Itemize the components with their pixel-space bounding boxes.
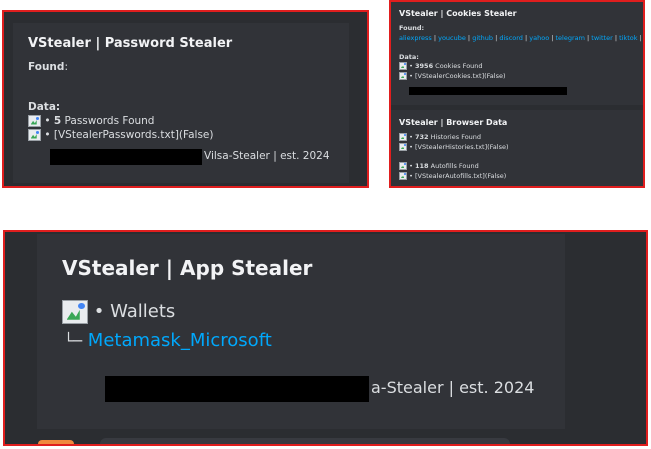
site-link[interactable]: tiktok bbox=[619, 34, 637, 42]
broken-image-icon bbox=[399, 172, 407, 180]
bullet: • bbox=[44, 129, 51, 141]
embed-title: VStealer | App Stealer bbox=[62, 256, 313, 280]
bullet: • bbox=[409, 72, 413, 80]
browser-data-embed: VStealer | Browser Data • 732 Histories … bbox=[391, 110, 643, 186]
site-link[interactable]: am bbox=[644, 34, 645, 42]
found-label: Found bbox=[28, 61, 65, 73]
site-link[interactable]: aliexpress bbox=[399, 34, 432, 42]
wallets-field: • Wallets bbox=[62, 300, 175, 324]
autofills-file-line: • [VStealerAutofills.txt](False) bbox=[399, 172, 506, 180]
wallets-label: • Wallets bbox=[93, 301, 176, 322]
password-stealer-screenshot: VStealer | Password Stealer Found: Data:… bbox=[2, 10, 369, 188]
redaction-bar bbox=[409, 87, 567, 95]
broken-image-icon bbox=[62, 300, 88, 324]
bullet: • bbox=[409, 162, 413, 170]
broken-image-icon bbox=[399, 162, 407, 170]
wallet-entry: └─ Metamask_Microsoft bbox=[64, 330, 272, 351]
bullet: • bbox=[409, 143, 413, 151]
cookie-count: 3956 bbox=[415, 62, 434, 70]
passwords-file-line: • [VStealerPasswords.txt](False) bbox=[28, 129, 214, 141]
avatar[interactable] bbox=[38, 440, 74, 444]
message-input[interactable] bbox=[100, 438, 510, 444]
site-link[interactable]: telegram bbox=[556, 34, 585, 42]
histories-file-text: [VStealerHistories.txt](False) bbox=[415, 143, 509, 151]
bullet: • bbox=[44, 115, 51, 127]
site-link[interactable]: youcube bbox=[438, 34, 466, 42]
cookies-browser-screenshot: VStealer | Cookies Stealer Found: aliexp… bbox=[389, 0, 645, 188]
found-field: Found: bbox=[28, 61, 68, 73]
embed-title: VStealer | Password Stealer bbox=[28, 36, 233, 51]
embed-footer: a-Stealer | est. 2024 bbox=[371, 378, 535, 397]
redaction-bar bbox=[50, 149, 202, 165]
history-count: 732 bbox=[415, 133, 429, 141]
cookies-stealer-embed: VStealer | Cookies Stealer Found: aliexp… bbox=[391, 2, 645, 105]
passwords-file-text: [VStealerPasswords.txt](False) bbox=[53, 129, 214, 141]
embed-footer: Vilsa-Stealer | est. 2024 bbox=[204, 150, 330, 162]
site-link[interactable]: twitter bbox=[591, 34, 612, 42]
password-count: 5 bbox=[53, 115, 62, 127]
broken-image-icon bbox=[28, 129, 41, 141]
wallet-link[interactable]: Metamask_Microsoft bbox=[88, 330, 272, 351]
cookies-found-line: • 3956 Cookies Found bbox=[399, 62, 483, 70]
cookies-file-line: • [VStealerCookies.txt](False) bbox=[399, 72, 506, 80]
app-stealer-screenshot: VStealer | App Stealer • Wallets └─ Meta… bbox=[3, 230, 648, 446]
data-label: Data: bbox=[28, 101, 61, 113]
broken-image-icon bbox=[399, 62, 407, 70]
redaction-bar bbox=[105, 376, 369, 402]
autofills-file-text: [VStealerAutofills.txt](False) bbox=[415, 172, 507, 180]
site-link[interactable]: discord bbox=[499, 34, 523, 42]
history-count-label: Histories Found bbox=[430, 133, 482, 141]
broken-image-icon bbox=[399, 133, 407, 141]
bullet: • bbox=[409, 62, 413, 70]
site-link[interactable]: github bbox=[472, 34, 493, 42]
site-link[interactable]: yahoo bbox=[529, 34, 549, 42]
found-label: Found: bbox=[399, 24, 425, 32]
autofills-found-line: • 118 Autofills Found bbox=[399, 162, 479, 170]
found-colon: : bbox=[64, 61, 68, 73]
password-count-label: Passwords Found bbox=[64, 115, 155, 127]
bullet: • bbox=[409, 133, 413, 141]
embed-title: VStealer | Cookies Stealer bbox=[399, 9, 517, 18]
password-stealer-embed: VStealer | Password Stealer Found: Data:… bbox=[13, 23, 349, 183]
histories-found-line: • 732 Histories Found bbox=[399, 133, 481, 141]
bullet: • bbox=[409, 172, 413, 180]
broken-image-icon bbox=[28, 115, 41, 127]
embed-title: VStealer | Browser Data bbox=[399, 118, 508, 127]
histories-file-line: • [VStealerHistories.txt](False) bbox=[399, 143, 509, 151]
passwords-found-line: • 5 Passwords Found bbox=[28, 115, 154, 127]
broken-image-icon bbox=[399, 143, 407, 151]
cookies-file-text: [VStealerCookies.txt](False) bbox=[415, 72, 506, 80]
autofill-count-label: Autofills Found bbox=[430, 162, 479, 170]
found-sites-links: aliexpress | youcube | github | discord … bbox=[399, 34, 645, 42]
app-stealer-embed: VStealer | App Stealer • Wallets └─ Meta… bbox=[37, 234, 565, 429]
cookie-count-label: Cookies Found bbox=[435, 62, 483, 70]
autofill-count: 118 bbox=[415, 162, 429, 170]
data-label: Data: bbox=[399, 53, 419, 61]
broken-image-icon bbox=[399, 72, 407, 80]
tree-branch: └─ bbox=[64, 332, 83, 350]
